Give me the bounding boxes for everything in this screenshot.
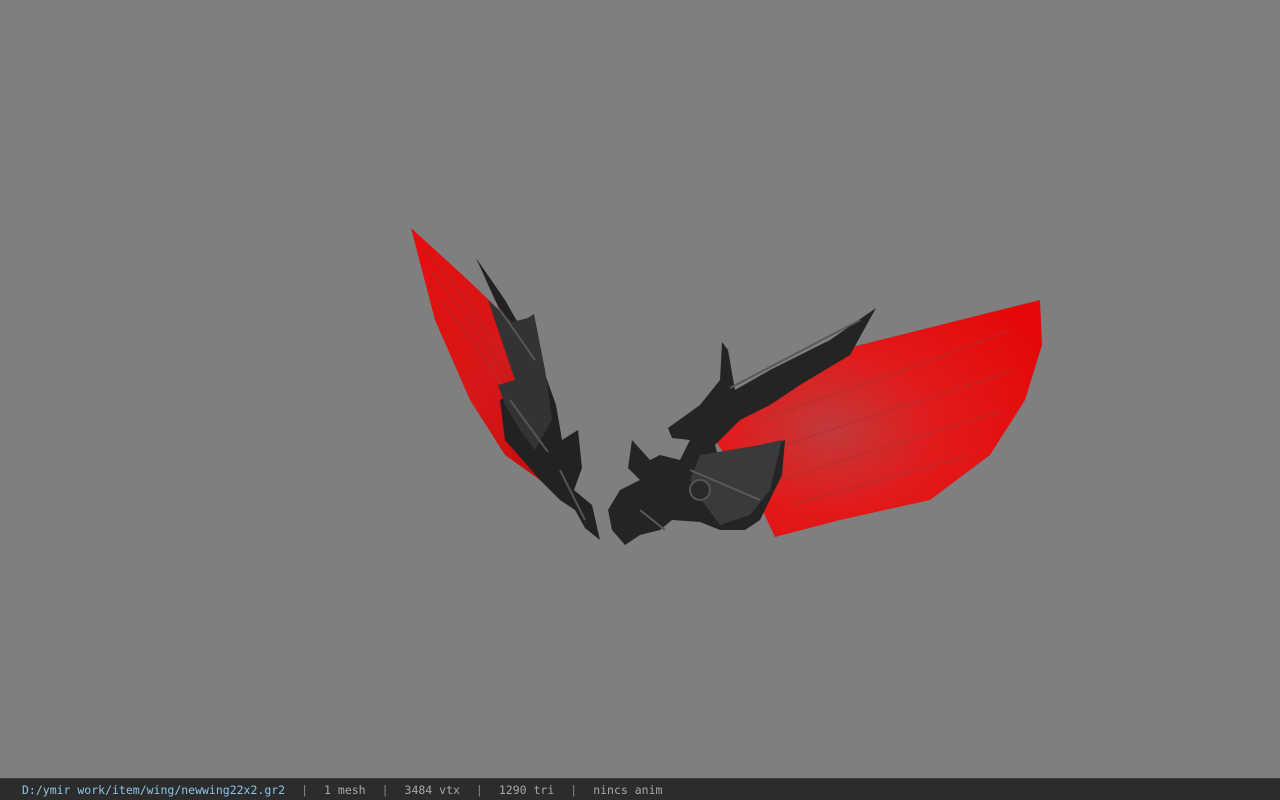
file-path: D:/ymir work/item/wing/newwing22x2.gr2 — [22, 782, 286, 797]
separator: | — [570, 782, 578, 797]
left-wing — [411, 228, 600, 540]
status-bar: D:/ymir work/item/wing/newwing22x2.gr2 |… — [0, 778, 1280, 800]
animation-status: nincs anim — [593, 782, 663, 797]
separator: | — [301, 782, 309, 797]
vertex-count: 3484 vtx — [404, 782, 460, 797]
separator: | — [381, 782, 389, 797]
3d-viewport[interactable] — [0, 0, 1280, 778]
right-wing — [608, 300, 1042, 545]
mesh-count: 1 mesh — [324, 782, 366, 797]
triangle-count: 1290 tri — [498, 782, 555, 797]
separator: | — [475, 782, 483, 797]
wing-model-render — [411, 228, 1042, 545]
